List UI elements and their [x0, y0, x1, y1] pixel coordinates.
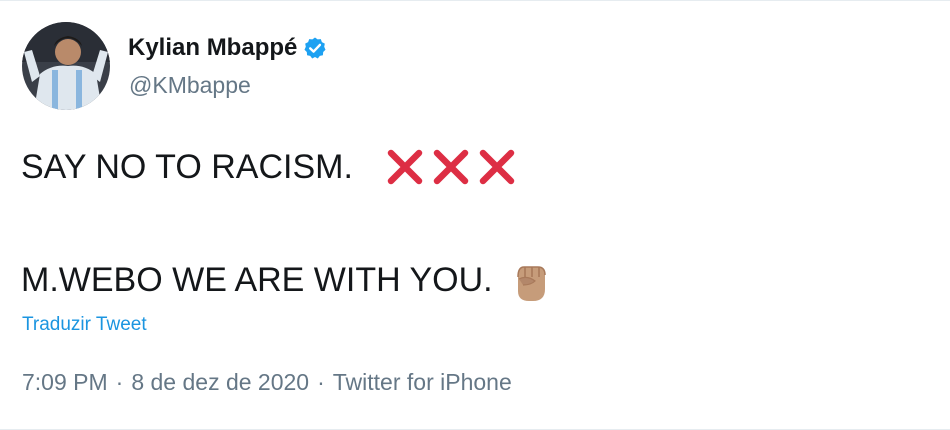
tweet-source[interactable]: Twitter for iPhone	[333, 369, 512, 395]
translate-tweet-link[interactable]: Traduzir Tweet	[22, 313, 147, 337]
cross-mark-icon	[431, 147, 471, 187]
tweet-time[interactable]: 7:09 PM	[22, 369, 108, 395]
verified-badge-icon	[303, 36, 327, 60]
avatar[interactable]	[22, 22, 110, 110]
author-name-row[interactable]: Kylian Mbappé	[128, 34, 327, 62]
author-handle[interactable]: @KMbappe	[129, 71, 251, 99]
tweet-meta: 7:09 PM · 8 de dez de 2020 · Twitter for iPh…	[22, 367, 512, 397]
meta-separator: ·	[317, 369, 325, 395]
raised-fist-icon	[505, 255, 555, 305]
tweet-text-line-2: M.WEBO WE ARE WITH YOU.	[21, 255, 555, 305]
tweet-card: Kylian Mbappé @KMbappe SAY NO TO RACISM.…	[0, 0, 950, 430]
tweet-text-line-2-text: M.WEBO WE ARE WITH YOU.	[21, 261, 493, 299]
tweet-date[interactable]: 8 de dez de 2020	[131, 369, 309, 395]
cross-mark-emoji-group	[385, 147, 517, 187]
meta-separator: ·	[115, 369, 124, 395]
author-display-name[interactable]: Kylian Mbappé	[128, 34, 297, 62]
cross-mark-icon	[385, 147, 425, 187]
avatar-photo	[22, 22, 110, 110]
tweet-text-line-1-text: SAY NO TO RACISM.	[21, 148, 353, 186]
cross-mark-icon	[477, 147, 517, 187]
tweet-text-line-1: SAY NO TO RACISM.	[21, 147, 517, 187]
